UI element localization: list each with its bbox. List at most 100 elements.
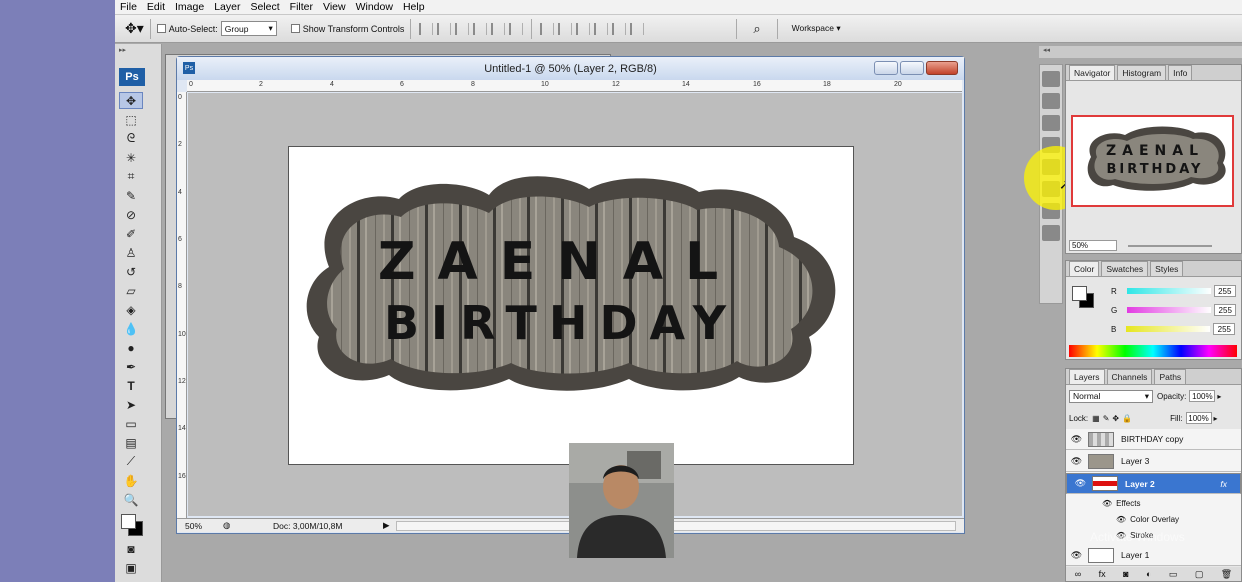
adjustment-layer-icon[interactable]: ◐	[1146, 569, 1151, 579]
healing-brush-tool-icon[interactable]: ⊘	[119, 206, 143, 223]
history-icon[interactable]	[1042, 71, 1060, 87]
align-hcenter-icon[interactable]	[491, 22, 506, 35]
color-spectrum[interactable]	[1069, 345, 1237, 357]
dodge-tool-icon[interactable]: ●	[119, 339, 143, 356]
document-title-bar[interactable]: Ps Untitled-1 @ 50% (Layer 2, RGB/8)	[177, 57, 964, 80]
history-brush-tool-icon[interactable]: ↺	[119, 263, 143, 280]
type-tool-icon[interactable]: T	[119, 377, 143, 394]
navigator-zoom-slider[interactable]	[1128, 245, 1212, 247]
notes-panel-icon[interactable]	[1042, 225, 1060, 241]
marquee-tool-icon[interactable]: ⬚	[119, 111, 143, 128]
lock-transparent-icon[interactable]: ▦	[1092, 414, 1100, 423]
blend-mode-dropdown[interactable]: Normal ▾	[1069, 389, 1153, 403]
align-vcenter-icon[interactable]	[437, 22, 452, 35]
menu-layer[interactable]: Layer	[209, 1, 245, 13]
tab-paths[interactable]: Paths	[1154, 369, 1187, 384]
brush-tool-icon[interactable]: ✐	[119, 225, 143, 242]
channel-g-slider[interactable]	[1127, 307, 1212, 313]
opacity-field[interactable]: 100%	[1189, 390, 1216, 402]
menu-help[interactable]: Help	[398, 1, 430, 13]
eye-icon[interactable]: 👁	[1070, 433, 1083, 446]
crop-tool-icon[interactable]: ⌗	[119, 168, 143, 185]
pen-tool-icon[interactable]: ✒	[119, 358, 143, 375]
tool-presets-icon[interactable]	[1042, 115, 1060, 131]
align-right-icon[interactable]	[509, 22, 524, 35]
eye-icon[interactable]: 👁	[1070, 549, 1083, 562]
layer-row-layer-2[interactable]: 👁 Layer 2 fx	[1066, 473, 1241, 494]
eye-icon[interactable]: 👁	[1116, 515, 1126, 524]
add-mask-icon[interactable]: ◙	[1123, 569, 1128, 579]
horizontal-scrollbar[interactable]	[395, 520, 956, 531]
delete-layer-icon[interactable]: 🗑	[1221, 569, 1232, 580]
menu-view[interactable]: View	[318, 1, 351, 13]
lock-move-icon[interactable]: ✥	[1112, 414, 1119, 423]
status-info-icon[interactable]: ◍	[223, 520, 237, 531]
navigator-zoom-field[interactable]: 50%	[1069, 240, 1117, 251]
tab-info[interactable]: Info	[1168, 65, 1193, 80]
minimize-button[interactable]	[874, 61, 898, 75]
auto-select-dropdown[interactable]: Group ▾	[220, 21, 277, 36]
zoom-tool-icon[interactable]: 🔍	[119, 491, 143, 508]
channel-r-slider[interactable]	[1126, 288, 1211, 294]
tab-color[interactable]: Color	[1069, 261, 1100, 276]
link-layers-icon[interactable]: ∞	[1075, 569, 1081, 579]
shape-tool-icon[interactable]: ▭	[119, 415, 143, 432]
menu-window[interactable]: Window	[351, 1, 398, 13]
distribute-bottom-icon[interactable]	[576, 22, 591, 35]
opacity-arrow-icon[interactable]: ▸	[1217, 392, 1221, 401]
eye-icon[interactable]: 👁	[1074, 477, 1087, 490]
tab-swatches[interactable]: Swatches	[1101, 261, 1149, 276]
notes-tool-icon[interactable]: ▤	[119, 434, 143, 451]
menu-filter[interactable]: Filter	[285, 1, 318, 13]
bridge-icon[interactable]: ⌕	[753, 21, 760, 37]
paint-bucket-tool-icon[interactable]: ◈	[119, 301, 143, 318]
tab-styles[interactable]: Styles	[1150, 261, 1184, 276]
channel-g-value[interactable]: 255	[1214, 304, 1237, 316]
distribute-vcenter-icon[interactable]	[558, 22, 573, 35]
hand-tool-icon[interactable]: ✋	[119, 472, 143, 489]
distribute-right-icon[interactable]	[630, 22, 645, 35]
canvas[interactable]: ZAENAL BIRTHDAY	[288, 146, 854, 465]
workspace-button[interactable]: Workspace ▾	[792, 23, 841, 34]
menu-select[interactable]: Select	[245, 1, 284, 13]
align-top-icon[interactable]	[419, 22, 434, 35]
clone-stamp-tool-icon[interactable]: ♙	[119, 244, 143, 261]
maximize-button[interactable]	[900, 61, 924, 75]
show-transform-checkbox[interactable]	[290, 24, 300, 33]
path-selection-tool-icon[interactable]: ➤	[119, 396, 143, 413]
lock-paint-icon[interactable]: ✎	[1103, 414, 1110, 423]
quick-mask-icon[interactable]: ◙	[119, 540, 143, 557]
fx-badge[interactable]: fx	[1220, 479, 1227, 489]
tab-layers[interactable]: Layers	[1069, 369, 1105, 384]
tools-collapse-icon[interactable]: ▸▸	[115, 44, 161, 56]
eyedropper-tool-icon[interactable]: ✎	[119, 187, 143, 204]
layer-row-layer-1[interactable]: 👁 Layer 1	[1066, 545, 1241, 566]
auto-select-checkbox[interactable]	[156, 24, 166, 33]
fill-field[interactable]: 100%	[1185, 412, 1212, 424]
magic-wand-tool-icon[interactable]: ✳	[119, 149, 143, 166]
new-layer-icon[interactable]: ▢	[1195, 569, 1204, 580]
eraser-tool-icon[interactable]: ▱	[119, 282, 143, 299]
move-tool-icon[interactable]: ✥▾	[125, 20, 144, 37]
tab-channels[interactable]: Channels	[1106, 369, 1153, 384]
status-zoom-field[interactable]: 50%	[185, 521, 223, 531]
channel-b-slider[interactable]	[1126, 326, 1211, 332]
align-bottom-icon[interactable]	[455, 22, 470, 35]
menu-edit[interactable]: Edit	[142, 1, 170, 13]
align-left-icon[interactable]	[473, 22, 488, 35]
layer-row-birthday-copy[interactable]: 👁 BIRTHDAY copy	[1066, 429, 1241, 450]
close-button[interactable]	[926, 61, 958, 75]
effect-row-color-overlay[interactable]: 👁 Color Overlay	[1066, 511, 1241, 527]
lasso-tool-icon[interactable]: ᘓ	[119, 130, 143, 147]
color-foreground-swatch[interactable]	[1072, 286, 1087, 301]
actions-icon[interactable]	[1042, 93, 1060, 109]
layer-row-layer-3[interactable]: 👁 Layer 3	[1066, 451, 1241, 472]
tab-navigator[interactable]: Navigator	[1069, 65, 1116, 80]
lock-all-icon[interactable]: 🔒	[1122, 414, 1132, 423]
channel-r-value[interactable]: 255	[1213, 285, 1236, 297]
distribute-hcenter-icon[interactable]	[612, 22, 627, 35]
new-group-icon[interactable]: ▭	[1169, 569, 1178, 580]
blur-tool-icon[interactable]: 💧	[119, 320, 143, 337]
menu-file[interactable]: File	[115, 1, 142, 13]
eye-icon[interactable]: 👁	[1102, 499, 1112, 508]
